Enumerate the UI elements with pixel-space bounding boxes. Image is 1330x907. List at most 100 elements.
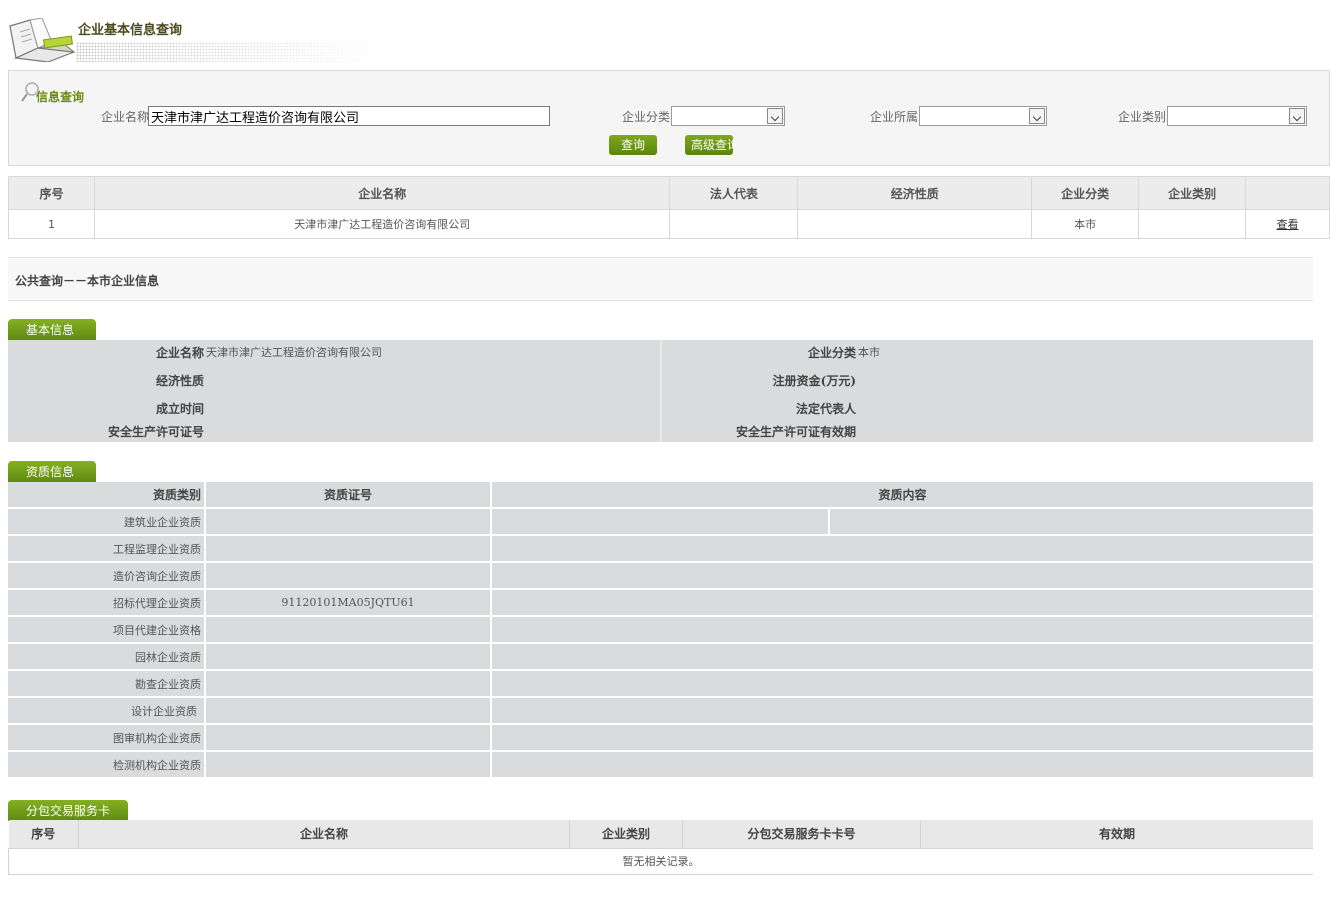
basic-name-label: 企业名称 xyxy=(155,346,204,360)
qual-content xyxy=(492,617,1313,644)
qual-cert xyxy=(206,563,492,590)
table-row: 1 天津市津广达工程造价咨询有限公司 本市 查看 xyxy=(8,209,1330,239)
col-company-name: 企业名称 xyxy=(93,176,671,210)
qual-cert xyxy=(206,671,492,698)
basic-info-divider xyxy=(660,340,662,442)
qualification-table: 资质类别 资质证号 资质内容 建筑业企业资质 工程监理企业资质 造价咨询企业资质… xyxy=(8,482,1313,779)
category-select[interactable] xyxy=(1167,106,1307,126)
belonging-label: 企业所属 xyxy=(870,110,919,124)
col-action xyxy=(1245,176,1330,210)
qual-cert xyxy=(206,725,492,752)
basic-name-value: 天津市津广达工程造价咨询有限公司 xyxy=(206,346,382,359)
table-row: 检测机构企业资质 xyxy=(8,752,1313,779)
chevron-down-icon xyxy=(767,108,783,124)
qual-type: 设计企业资质 xyxy=(8,698,206,725)
qual-content xyxy=(492,563,1313,590)
table-row: 设计企业资质 xyxy=(8,698,1313,725)
qual-cert xyxy=(206,698,492,725)
row-legal-rep xyxy=(669,209,799,239)
col-sub-category: 企业类别 xyxy=(569,820,683,849)
page-title: 企业基本信息查询 xyxy=(78,23,183,38)
qual-cert xyxy=(206,509,492,536)
qualification-header-row: 资质类别 资质证号 资质内容 xyxy=(8,482,1313,509)
table-row: 暂无相关记录。 xyxy=(8,848,1313,875)
basic-established-label: 成立时间 xyxy=(155,402,204,416)
basic-license-label: 安全生产许可证号 xyxy=(107,425,204,439)
table-row: 项目代建企业资格 xyxy=(8,617,1313,644)
col-legal-rep: 法人代表 xyxy=(669,176,799,210)
col-sub-validity: 有效期 xyxy=(920,820,1313,849)
row-action: 查看 xyxy=(1245,209,1330,239)
qual-content xyxy=(492,725,1313,752)
qual-type: 图审机构企业资质 xyxy=(8,725,206,752)
col-qual-type: 资质类别 xyxy=(8,482,206,509)
table-row: 园林企业资质 xyxy=(8,644,1313,671)
qual-cert xyxy=(206,644,492,671)
col-qual-cert: 资质证号 xyxy=(206,482,492,509)
row-category xyxy=(1138,209,1247,239)
tab-qualification-info[interactable]: 资质信息 xyxy=(8,461,96,482)
table-row: 招标代理企业资质 91120101MA05JQTU61 xyxy=(8,590,1313,617)
qual-content xyxy=(492,509,830,536)
qual-type: 造价咨询企业资质 xyxy=(8,563,206,590)
table-row: 勘查企业资质 xyxy=(8,671,1313,698)
company-name-label: 企业名称 xyxy=(101,110,150,124)
table-row: 图审机构企业资质 xyxy=(8,725,1313,752)
page-header: 企业基本信息查询 xyxy=(0,0,1330,70)
book-icon xyxy=(9,18,76,62)
col-index: 序号 xyxy=(8,176,95,210)
col-classification: 企业分类 xyxy=(1031,176,1140,210)
qual-type: 工程监理企业资质 xyxy=(8,536,206,563)
chevron-down-icon xyxy=(1289,108,1305,124)
belonging-select[interactable] xyxy=(919,106,1047,126)
qual-type: 园林企业资质 xyxy=(8,644,206,671)
row-company-name: 天津市津广达工程造价咨询有限公司 xyxy=(93,209,671,239)
search-panel: 信息查询 企业名称 企业分类 企业所属 企业类别 查询 高级查询 xyxy=(8,70,1330,166)
qual-content xyxy=(492,536,1313,563)
col-sub-index: 序号 xyxy=(8,820,79,849)
qual-cert xyxy=(206,752,492,779)
row-economic-nature xyxy=(797,209,1033,239)
qual-cert: 91120101MA05JQTU61 xyxy=(206,590,492,617)
view-link[interactable]: 查看 xyxy=(1277,218,1299,231)
qual-content xyxy=(492,644,1313,671)
table-row: 建筑业企业资质 xyxy=(8,509,1313,536)
basic-capital-label: 注册资金(万元) xyxy=(772,374,856,388)
basic-legal-rep-label: 法定代表人 xyxy=(795,402,856,416)
tab-basic-info[interactable]: 基本信息 xyxy=(8,319,96,340)
qual-type: 检测机构企业资质 xyxy=(8,752,206,779)
qual-type: 勘查企业资质 xyxy=(8,671,206,698)
col-category: 企业类别 xyxy=(1138,176,1247,210)
row-classification: 本市 xyxy=(1031,209,1140,239)
category-label: 企业类别 xyxy=(1118,110,1167,124)
table-row: 工程监理企业资质 xyxy=(8,536,1313,563)
qual-content-extra xyxy=(830,509,1313,536)
results-table: 序号 企业名称 法人代表 经济性质 企业分类 企业类别 1 天津市津广达工程造价… xyxy=(8,176,1330,239)
public-query-bar: 公共查询－－本市企业信息 xyxy=(8,257,1313,301)
classification-label: 企业分类 xyxy=(622,110,671,124)
subcontract-table: 序号 企业名称 企业类别 分包交易服务卡卡号 有效期 暂无相关记录。 xyxy=(8,820,1313,875)
table-row: 造价咨询企业资质 xyxy=(8,563,1313,590)
basic-classification-label: 企业分类 xyxy=(807,346,856,360)
qual-content xyxy=(492,671,1313,698)
qual-content xyxy=(492,752,1313,779)
company-name-input[interactable] xyxy=(148,106,550,126)
basic-info-panel: 企业名称 天津市津广达工程造价咨询有限公司 企业分类 本市 经济性质 注册资金(… xyxy=(8,340,1313,442)
classification-select[interactable] xyxy=(671,106,785,126)
qual-cert xyxy=(206,536,492,563)
qual-type: 建筑业企业资质 xyxy=(8,509,206,536)
basic-classification-value: 本市 xyxy=(858,346,880,359)
basic-license-validity-label: 安全生产许可证有效期 xyxy=(735,425,856,439)
advanced-query-button[interactable]: 高级查询 xyxy=(685,135,733,155)
public-query-title: 公共查询－－本市企业信息 xyxy=(15,274,160,288)
col-economic-nature: 经济性质 xyxy=(797,176,1033,210)
qual-content xyxy=(492,590,1313,617)
header-decoration xyxy=(76,42,386,62)
query-button[interactable]: 查询 xyxy=(609,135,657,155)
col-qual-content: 资质内容 xyxy=(492,482,1313,509)
tab-subcontract-card[interactable]: 分包交易服务卡 xyxy=(8,800,128,821)
results-header-row: 序号 企业名称 法人代表 经济性质 企业分类 企业类别 xyxy=(8,176,1330,210)
qual-content xyxy=(492,698,1313,725)
basic-economic-label: 经济性质 xyxy=(155,374,204,388)
subcontract-header-row: 序号 企业名称 企业类别 分包交易服务卡卡号 有效期 xyxy=(8,820,1313,849)
